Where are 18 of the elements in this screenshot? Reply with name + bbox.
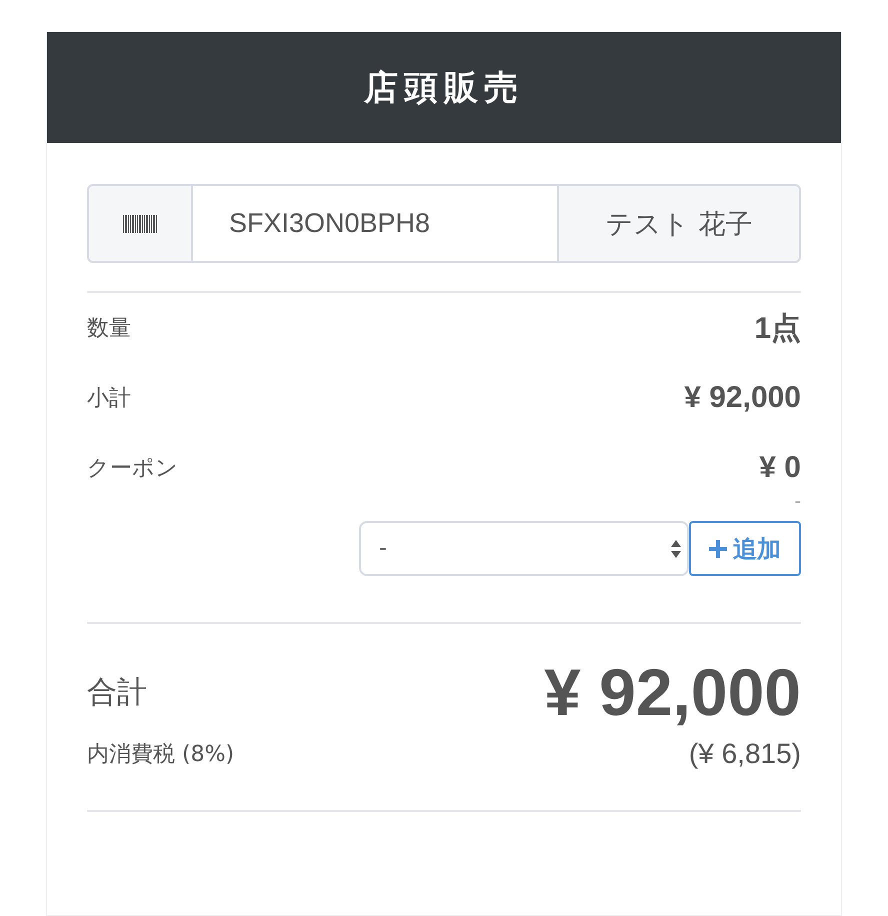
row-label: 小計	[87, 385, 131, 413]
barcode-icon	[123, 214, 157, 232]
total-value: ¥ 92,000	[544, 654, 801, 730]
row-label: 数量	[87, 315, 131, 343]
row-value: ¥ 92,000	[684, 381, 801, 415]
coupon-note: -	[794, 491, 801, 514]
total-label: 合計	[87, 674, 147, 712]
row-value: 1点	[754, 310, 801, 346]
tax-label: 内消費税 (8%)	[87, 741, 234, 769]
plus-icon	[709, 540, 727, 558]
select-arrows-icon	[671, 540, 681, 558]
row-label: クーポン	[87, 455, 178, 483]
row-value: ¥ 0	[759, 451, 801, 485]
customer-name: テスト 花子	[557, 184, 801, 263]
tax-value: (¥ 6,815)	[688, 738, 801, 770]
page-title: 店頭販売	[364, 66, 524, 110]
coupon-select[interactable]: -	[359, 521, 689, 576]
code-input-field[interactable]: SFXI3ON0BPH8	[193, 184, 557, 263]
